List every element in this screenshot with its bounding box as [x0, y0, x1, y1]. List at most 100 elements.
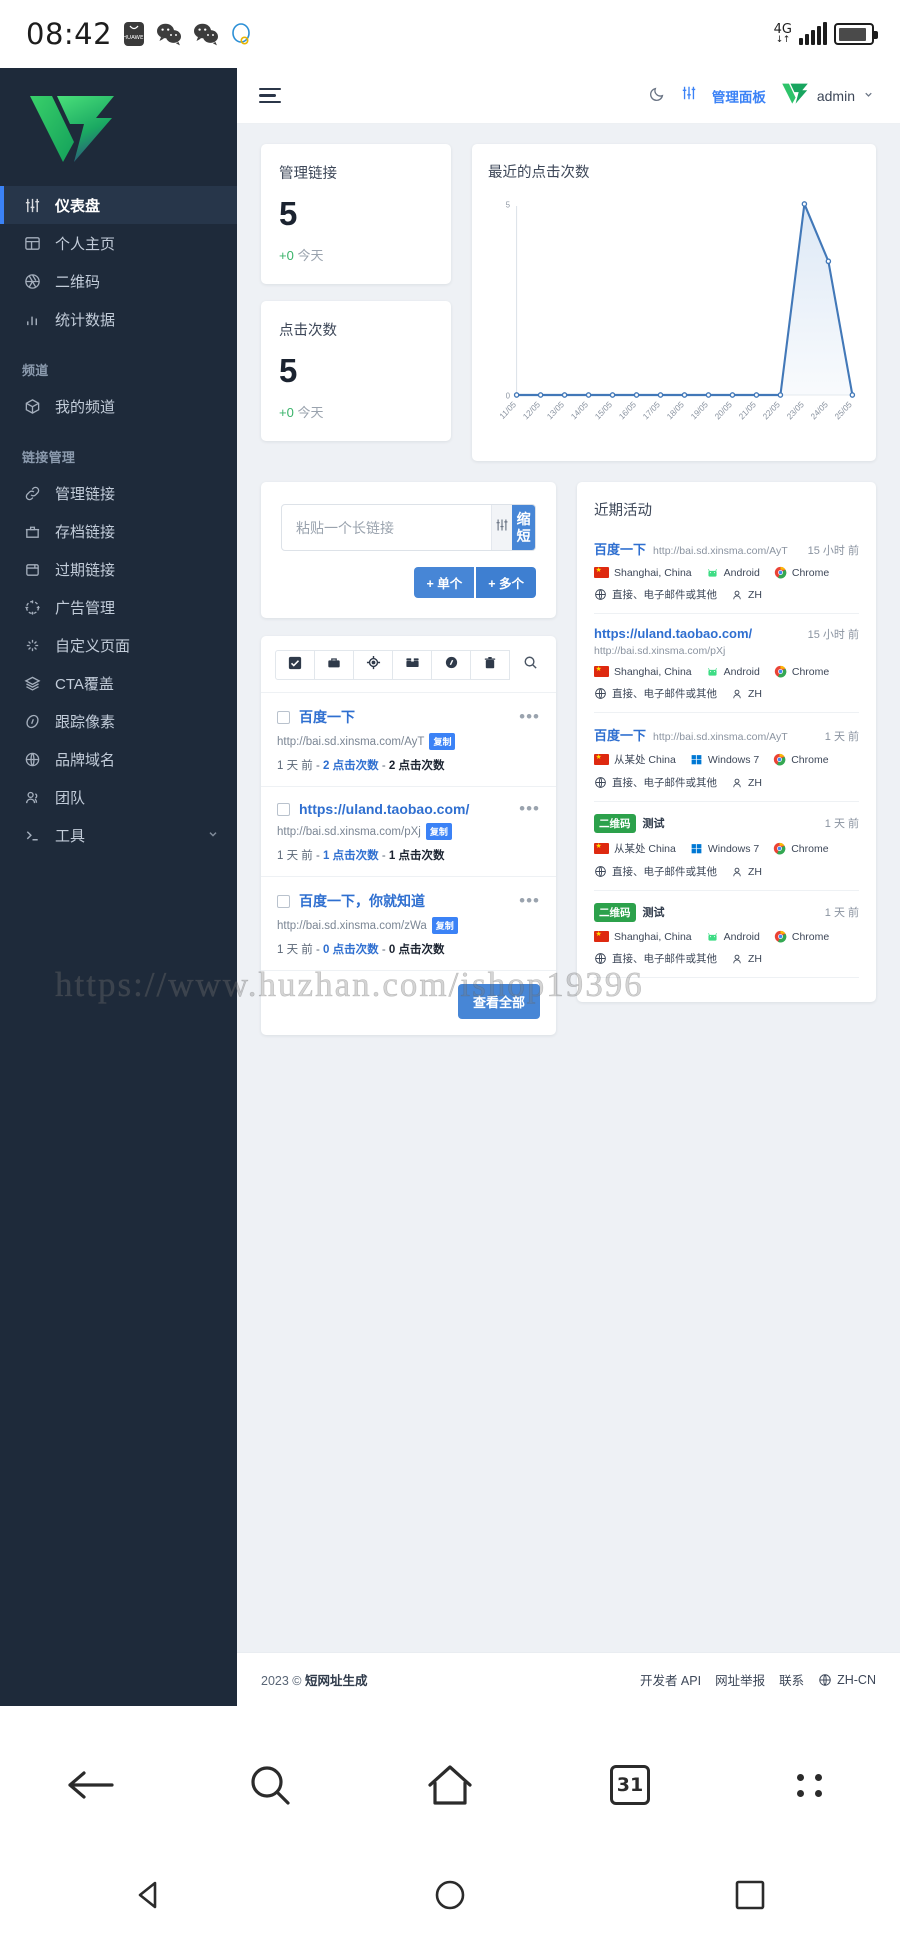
- sidebar-item-ads-management[interactable]: 广告管理: [0, 588, 237, 626]
- link-title[interactable]: 百度一下: [299, 707, 355, 727]
- hamburger-icon[interactable]: [259, 87, 281, 104]
- globe-icon: [595, 688, 606, 699]
- link-clicks: 0 点击次数: [323, 944, 379, 956]
- chrome-icon: [774, 566, 787, 579]
- chart-point: [561, 392, 568, 398]
- link-short-url: http://bai.sd.xinsma.com/AyT: [277, 735, 425, 748]
- footer-link-report[interactable]: 网址举报: [715, 1670, 765, 1689]
- archive-button[interactable]: [314, 650, 355, 680]
- link-title[interactable]: https://uland.taobao.com/: [299, 801, 469, 817]
- android-icon: [707, 569, 717, 577]
- link-checkbox[interactable]: [277, 710, 290, 724]
- activity-location: 从某处 China: [594, 841, 676, 856]
- app-logo[interactable]: [0, 68, 237, 186]
- square-recents-icon[interactable]: [710, 1855, 790, 1935]
- link-meta: 1 天 前 - 1 点击次数 - 1 点击次数: [277, 850, 445, 862]
- link-title[interactable]: 百度一下，你就知道: [299, 891, 425, 911]
- chart-point: [633, 392, 640, 398]
- long-url-input[interactable]: [282, 505, 491, 550]
- area-chart: 0511/05 12/05 13/05 14/05 15/05 16/05 17/05 18/…: [497, 200, 856, 422]
- sidebar-item-my-channels[interactable]: 我的频道: [0, 387, 237, 425]
- sidebar-item-label: 统计数据: [55, 311, 116, 329]
- sidebar-item-cta-overlay[interactable]: CTA覆盖: [0, 664, 237, 702]
- link-more-menu[interactable]: •••: [519, 800, 540, 817]
- package-icon: [22, 396, 42, 416]
- sidebar-item-expired-links[interactable]: 过期链接: [0, 550, 237, 588]
- windows-icon: [691, 755, 702, 765]
- stat-delta-label: 今天: [297, 405, 324, 420]
- back-arrow-icon[interactable]: [55, 1750, 125, 1820]
- moon-icon[interactable]: [649, 85, 666, 107]
- activity-link-name[interactable]: 百度一下: [594, 539, 646, 558]
- pixel-button[interactable]: [353, 650, 394, 680]
- shortener-options-button[interactable]: [491, 505, 513, 550]
- sidebar-item-qrcode[interactable]: 二维码: [0, 262, 237, 300]
- stat-delta-value: +0: [279, 405, 294, 420]
- chrome-icon: [774, 753, 786, 766]
- admin-panel-link[interactable]: 管理面板: [712, 86, 766, 106]
- link-clicks: 2 点击次数: [323, 760, 379, 772]
- windows-icon: [691, 844, 702, 854]
- activity-os: Android: [706, 665, 760, 678]
- activity-time: 15 小时 前: [807, 629, 859, 641]
- add-single-button[interactable]: + 单个: [414, 567, 475, 598]
- sidebar-item-archived-links[interactable]: 存档链接: [0, 512, 237, 550]
- sidebar-item-tracking-pixels[interactable]: 跟踪像素: [0, 702, 237, 740]
- bulk-button[interactable]: [392, 650, 433, 680]
- triangle-back-icon[interactable]: [110, 1855, 190, 1935]
- dashboard-content: 管理链接 5 +0 今天 点击次数 5 +0 今天 最近的点击次数 0 5 11…: [237, 124, 900, 1652]
- sidebar-item-manage-links[interactable]: 管理链接: [0, 474, 237, 512]
- link-checkbox[interactable]: [277, 894, 290, 908]
- delete-button[interactable]: [470, 650, 511, 680]
- footer-link-api[interactable]: 开发者 API: [640, 1670, 701, 1689]
- signal-strength-icon: [799, 22, 827, 45]
- language-selector[interactable]: ZH-CN: [818, 1673, 876, 1687]
- link-more-menu[interactable]: •••: [519, 892, 540, 909]
- link-time: 1 天 前: [277, 850, 313, 862]
- activity-link-name[interactable]: 测试: [643, 815, 665, 831]
- x-tick-label: 13/05: [545, 399, 566, 422]
- more-dots-icon[interactable]: [775, 1750, 845, 1820]
- copy-button[interactable]: 复制: [431, 917, 458, 934]
- link-checkbox[interactable]: [277, 802, 290, 816]
- compass-icon: [22, 711, 42, 731]
- sidebar-item-statistics[interactable]: 统计数据: [0, 300, 237, 338]
- sidebar-item-branded-domains[interactable]: 品牌域名: [0, 740, 237, 778]
- activity-location: Shanghai, China: [594, 565, 692, 579]
- x-tick-label: 25/05: [833, 399, 854, 422]
- footer-link-contact[interactable]: 联系: [779, 1670, 804, 1689]
- sidebar-item-tools[interactable]: 工具: [0, 816, 237, 854]
- link-more-menu[interactable]: •••: [519, 708, 540, 725]
- copy-button[interactable]: 复制: [429, 733, 456, 750]
- tracking-button[interactable]: [431, 650, 472, 680]
- circle-home-icon[interactable]: [410, 1855, 490, 1935]
- tab-count-button[interactable]: 31: [595, 1750, 665, 1820]
- activity-title: 近期活动: [594, 503, 652, 519]
- view-all-button[interactable]: 查看全部: [457, 984, 540, 1019]
- sidebar-item-team[interactable]: 团队: [0, 778, 237, 816]
- user-menu[interactable]: admin: [781, 80, 874, 111]
- home-icon[interactable]: [415, 1750, 485, 1820]
- activity-os: Android: [706, 930, 760, 943]
- activity-item: 百度一下 http://bai.sd.xinsma.com/AyT 1 天 前 …: [594, 725, 859, 802]
- select-all-button[interactable]: [275, 650, 316, 680]
- sliders-icon[interactable]: [681, 85, 697, 106]
- activity-link-name[interactable]: https://uland.taobao.com/: [594, 626, 752, 641]
- sidebar-item-homepage[interactable]: 个人主页: [0, 224, 237, 262]
- search-icon[interactable]: [235, 1750, 305, 1820]
- activity-source: 直接、电子邮件或其他: [594, 686, 717, 701]
- add-multiple-button[interactable]: + 多个: [476, 567, 536, 598]
- sidebar-item-dashboard[interactable]: 仪表盘: [0, 186, 237, 224]
- sidebar-item-label: 品牌域名: [55, 751, 116, 769]
- url-shortener-card: 缩短 + 单个 + 多个: [261, 482, 556, 618]
- copy-button[interactable]: 复制: [425, 823, 452, 840]
- chart-point: [657, 392, 664, 398]
- search-button[interactable]: [518, 650, 543, 680]
- y-tick-label: 5: [506, 200, 511, 209]
- stat-title: 管理链接: [279, 166, 337, 182]
- activity-link-name[interactable]: 百度一下: [594, 725, 646, 744]
- shorten-button[interactable]: 缩短: [512, 505, 535, 550]
- activity-link-name[interactable]: 测试: [643, 904, 665, 920]
- globe-icon: [595, 589, 606, 600]
- sidebar-item-custom-pages[interactable]: 自定义页面: [0, 626, 237, 664]
